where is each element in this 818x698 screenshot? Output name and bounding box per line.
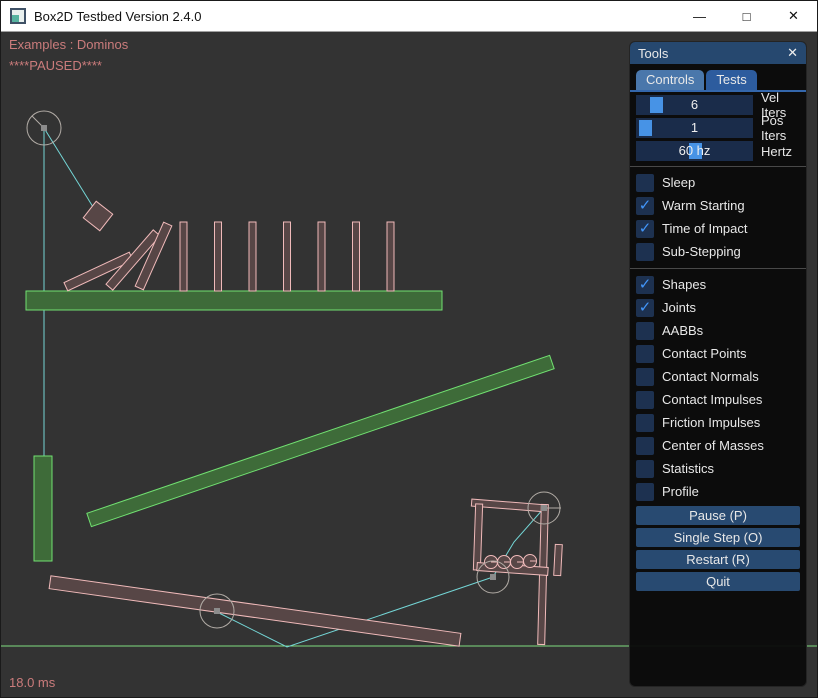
tools-title: Tools [638, 46, 668, 61]
slider-row-vel-iters: 6Vel Iters [636, 95, 800, 115]
check-row-time-of-impact: ✓ Time of Impact [636, 217, 800, 240]
check-label-time-of-impact: Time of Impact [662, 221, 747, 236]
check-label-profile: Profile [662, 484, 699, 499]
checkbox-statistics[interactable] [636, 460, 654, 478]
checkbox-friction-impulses[interactable] [636, 414, 654, 432]
domino[interactable] [387, 222, 394, 291]
checkmark-icon: ✓ [639, 300, 652, 315]
check-label-contact-normals: Contact Normals [662, 369, 759, 384]
slider-label-hertz: Hertz [761, 144, 792, 159]
check-label-center-of-masses: Center of Masses [662, 438, 764, 453]
checkbox-groups: Sleep ✓ Warm Starting ✓ Time of Impact Sub-St… [630, 166, 806, 503]
checkbox-contact-points[interactable] [636, 345, 654, 363]
checkbox-shapes[interactable]: ✓ [636, 276, 654, 294]
check-row-friction-impulses: Friction Impulses [636, 411, 800, 434]
check-label-contact-points: Contact Points [662, 346, 747, 361]
domino[interactable] [353, 222, 360, 291]
check-row-statistics: Statistics [636, 457, 800, 480]
check-label-friction-impulses: Friction Impulses [662, 415, 760, 430]
check-label-shapes: Shapes [662, 277, 706, 292]
check-row-warm-starting: ✓ Warm Starting [636, 194, 800, 217]
checkbox-contact-impulses[interactable] [636, 391, 654, 409]
check-row-profile: Profile [636, 480, 800, 503]
slider-hertz[interactable]: 60 hz [636, 141, 753, 161]
domino[interactable] [249, 222, 256, 291]
tools-title-bar[interactable]: Tools ✕ [630, 42, 806, 64]
frame-right-piece[interactable] [554, 544, 563, 575]
checkbox-center-of-masses[interactable] [636, 437, 654, 455]
checkbox-contact-normals[interactable] [636, 368, 654, 386]
check-label-aabbs: AABBs [662, 323, 703, 338]
check-row-aabbs: AABBs [636, 319, 800, 342]
check-label-sleep: Sleep [662, 175, 695, 190]
check-row-joints: ✓ Joints [636, 296, 800, 319]
slider-row-pos-iters: 1Pos Iters [636, 118, 800, 138]
checkbox-joints[interactable]: ✓ [636, 299, 654, 317]
checkbox-sleep[interactable] [636, 174, 654, 192]
shelf-top [26, 291, 442, 310]
separator [630, 166, 806, 167]
checkbox-aabbs[interactable] [636, 322, 654, 340]
slider-value-hertz: 60 hz [636, 141, 753, 161]
check-label-contact-impulses: Contact Impulses [662, 392, 762, 407]
frame-left-post[interactable] [473, 504, 482, 570]
example-label: Examples : Dominos [9, 37, 128, 52]
vertical-gate [34, 456, 52, 561]
checkbox-warm-starting[interactable]: ✓ [636, 197, 654, 215]
check-row-contact-impulses: Contact Impulses [636, 388, 800, 411]
quit-button[interactable]: Quit [636, 572, 800, 591]
checkbox-sub-stepping[interactable] [636, 243, 654, 261]
tab-bar: ControlsTests [630, 64, 806, 92]
paused-label: ****PAUSED**** [9, 58, 102, 73]
pendulum-bob[interactable] [83, 201, 112, 230]
check-label-joints: Joints [662, 300, 696, 315]
check-row-center-of-masses: Center of Masses [636, 434, 800, 457]
slider-row-hertz: 60 hz Hertz [636, 141, 800, 161]
button-rows: Pause (P) Single Step (O) Restart (R) Quit [630, 506, 806, 591]
check-row-contact-normals: Contact Normals [636, 365, 800, 388]
checkbox-time-of-impact[interactable]: ✓ [636, 220, 654, 238]
domino[interactable] [215, 222, 222, 291]
checkbox-profile[interactable] [636, 483, 654, 501]
pause-p-button[interactable]: Pause (P) [636, 506, 800, 525]
separator [630, 268, 806, 269]
slider-vel-iters[interactable]: 6 [636, 95, 753, 115]
checkmark-icon: ✓ [639, 277, 652, 292]
checkmark-icon: ✓ [639, 221, 652, 236]
check-row-sub-stepping: Sub-Stepping [636, 240, 800, 263]
check-row-shapes: ✓ Shapes [636, 273, 800, 296]
tools-close-icon[interactable]: ✕ [787, 45, 798, 61]
slider-value-vel-iters: 6 [636, 95, 753, 115]
check-row-contact-points: Contact Points [636, 342, 800, 365]
tools-panel: Tools ✕ ControlsTests 6Vel Iters1Pos Ite… [629, 41, 807, 687]
domino[interactable] [284, 222, 291, 291]
tab-controls[interactable]: Controls [636, 70, 704, 90]
slider-label-pos-iters: Pos Iters [761, 113, 800, 143]
check-label-statistics: Statistics [662, 461, 714, 476]
tab-tests[interactable]: Tests [706, 70, 756, 90]
joint-anchors [41, 125, 547, 614]
check-label-warm-starting: Warm Starting [662, 198, 745, 213]
domino[interactable] [180, 222, 187, 291]
slider-rows: 6Vel Iters1Pos Iters60 hzHertz [630, 95, 806, 161]
slider-value-pos-iters: 1 [636, 118, 753, 138]
restart-r-button[interactable]: Restart (R) [636, 550, 800, 569]
app-window: Box2D Testbed Version 2.4.0 — □ ✕ [0, 0, 818, 698]
checkmark-icon: ✓ [639, 198, 652, 213]
check-label-sub-stepping: Sub-Stepping [662, 244, 741, 259]
check-row-sleep: Sleep [636, 171, 800, 194]
frame-time-label: 18.0 ms [9, 675, 55, 690]
single-step-o-button[interactable]: Single Step (O) [636, 528, 800, 547]
seesaw-plank[interactable] [49, 576, 461, 646]
slider-pos-iters[interactable]: 1 [636, 118, 753, 138]
domino[interactable] [318, 222, 325, 291]
